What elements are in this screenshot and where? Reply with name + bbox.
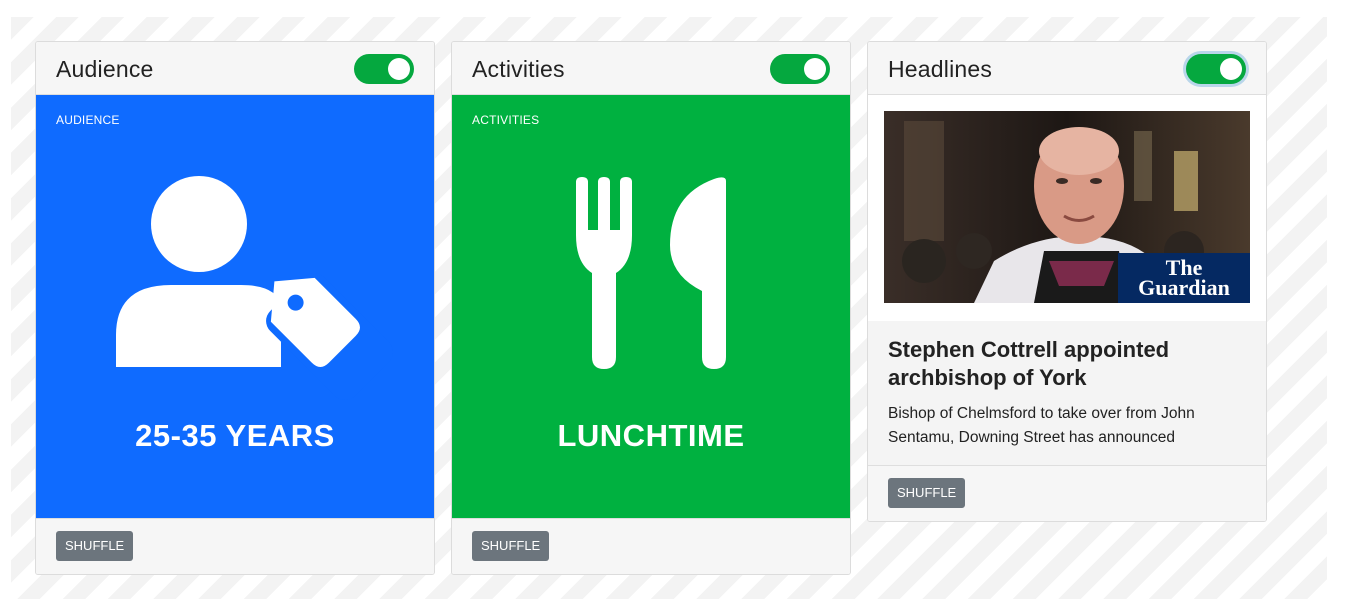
card-footer: SHUFFLE [36,518,434,574]
audience-card: Audience AUDIENCE 25-35 YEARS SHUFFLE [35,41,435,575]
shuffle-button[interactable]: SHUFFLE [472,531,550,561]
user-tag-icon [116,176,394,401]
toggle-knob [388,58,410,80]
audience-value: 25-35 YEARS [135,418,335,453]
news-photo[interactable]: The Guardian [884,111,1250,303]
toggle-knob [1220,58,1242,80]
guardian-logo: The Guardian [1118,253,1250,303]
activities-value: LUNCHTIME [557,418,745,453]
card-header: Audience [36,42,434,95]
card-footer: SHUFFLE [452,518,850,574]
toggle-knob [804,58,826,80]
activities-tile: ACTIVITIES LUNCHTIME [452,95,850,519]
headlines-card: Headlines The Guardian Stephen Cottrell … [867,41,1267,522]
news-description: Bishop of Chelmsford to take over from J… [888,405,1195,446]
shuffle-button[interactable]: SHUFFLE [888,478,966,508]
card-header: Headlines [868,42,1266,95]
activities-card: Activities ACTIVITIES LUNCHTIME SHUFFLE [451,41,851,575]
audience-toggle[interactable] [354,54,414,84]
shuffle-button[interactable]: SHUFFLE [56,531,134,561]
card-title: Headlines [888,56,993,82]
headlines-toggle[interactable] [1186,54,1246,84]
fork-knife-icon [576,177,726,369]
card-title: Activities [472,56,565,82]
card-title: Audience [56,56,154,82]
audience-tile: AUDIENCE 25-35 YEARS [36,95,434,519]
card-footer: SHUFFLE [868,465,1266,521]
card-header: Activities [452,42,850,95]
news-headline[interactable]: Stephen Cottrell appointed archbishop of… [888,336,1238,392]
activities-toggle[interactable] [770,54,830,84]
